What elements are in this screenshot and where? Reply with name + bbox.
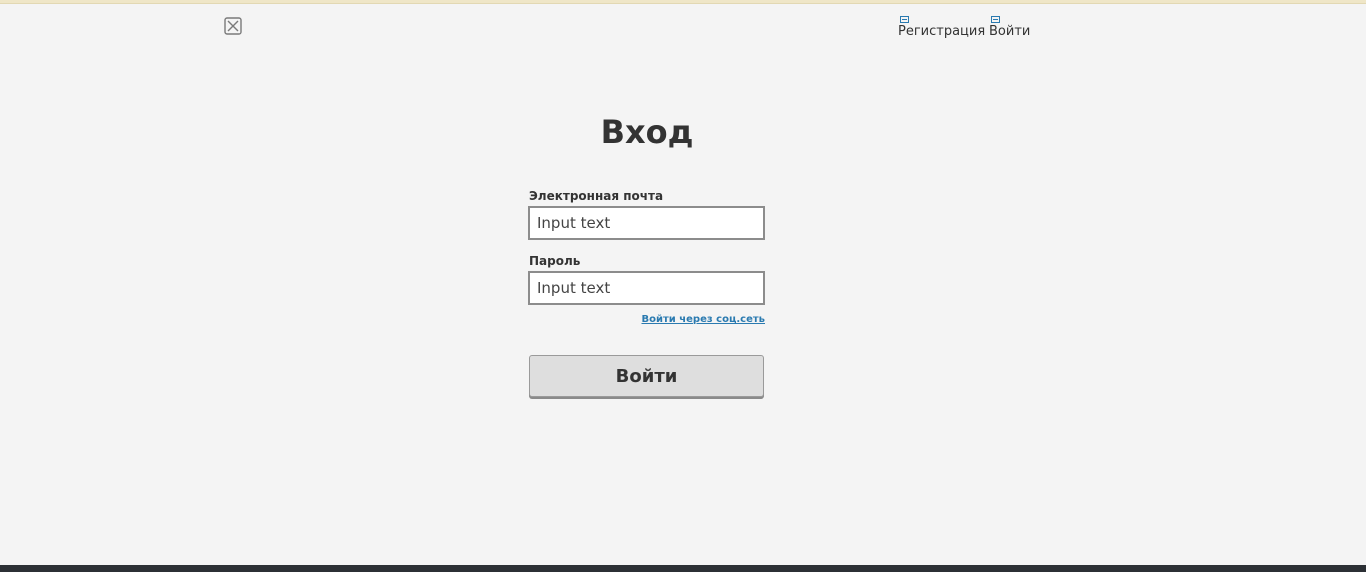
- email-label: Электронная почта: [529, 189, 664, 203]
- register-link-label: Регистрация: [898, 24, 986, 39]
- password-label: Пароль: [529, 254, 581, 268]
- login-submit-button[interactable]: Войти: [529, 355, 764, 397]
- social-login-link[interactable]: Войти через соц.сеть: [640, 313, 765, 327]
- login-link-label: Войти: [989, 24, 1031, 39]
- password-field[interactable]: [528, 271, 765, 305]
- login-page: Регистрация Войти Вход Электронная почта…: [0, 0, 1366, 572]
- broken-image-icon: [900, 16, 909, 23]
- email-field[interactable]: [528, 206, 765, 240]
- broken-image-icon: [991, 16, 1000, 23]
- broken-image-icon[interactable]: [224, 17, 242, 35]
- bottom-bar: [0, 565, 1366, 572]
- page-title: Вход: [600, 113, 694, 151]
- top-border: [0, 0, 1366, 4]
